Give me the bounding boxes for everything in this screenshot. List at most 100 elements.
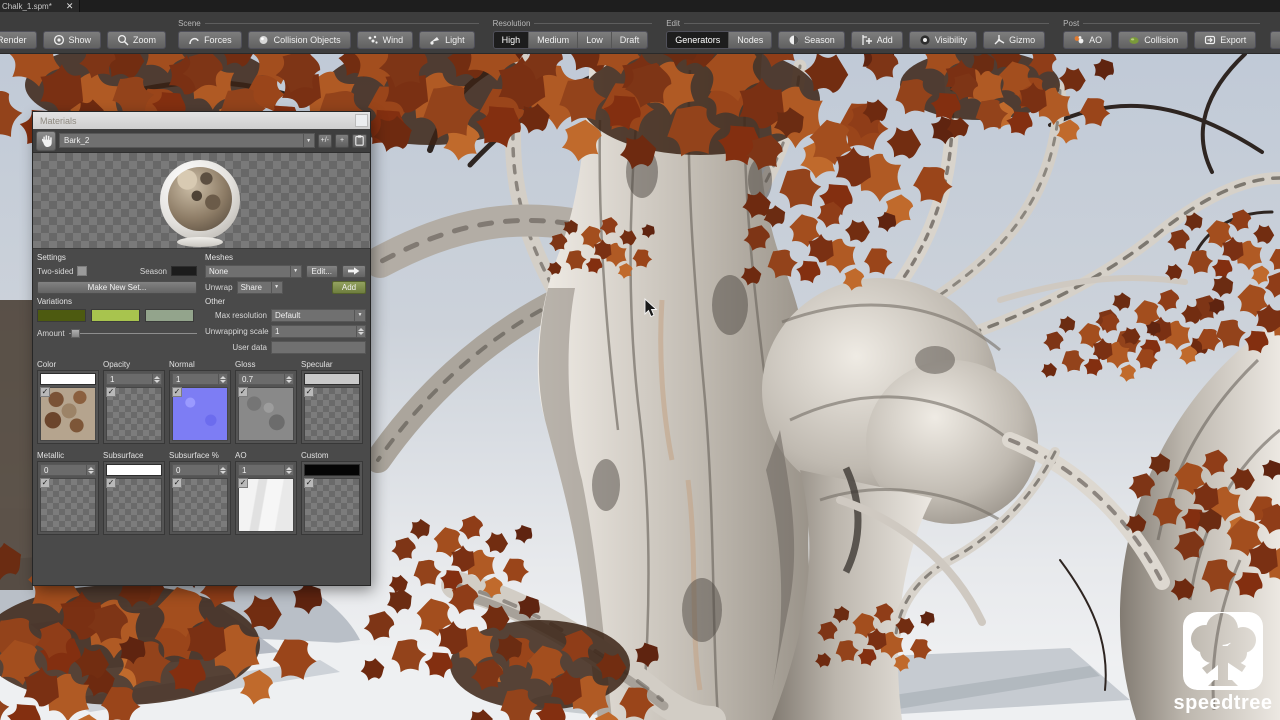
gloss-map-checkbox[interactable]: ✓ [238,387,248,397]
normal-map-checkbox[interactable]: ✓ [172,387,182,397]
mesh-assign-button[interactable] [342,264,366,278]
unwrapping-scale-input[interactable]: 1 [271,324,366,338]
mesh-add-button[interactable]: Add [332,280,366,294]
gloss-value-field[interactable]: 0.7 [238,373,294,385]
pan-tool-button[interactable] [36,130,56,151]
post-group-label: Post [1063,19,1080,28]
resolution-draft-button[interactable]: Draft [611,32,648,48]
generators-button[interactable]: Generators [667,32,730,48]
metallic-map-thumbnail[interactable]: ✓ [40,478,96,532]
gizmo-icon [994,35,1005,45]
map-slot-ao: AO 1 ✓ [235,451,297,535]
amount-slider[interactable] [68,328,198,338]
two-sided-label: Two-sided [37,266,74,276]
render-button[interactable]: Render [0,31,37,49]
resolution-medium-button[interactable]: Medium [529,32,579,48]
tab-close-icon[interactable]: ✕ [66,1,74,11]
mesh-edit-button[interactable]: Edit... [305,264,338,278]
gloss-map-thumbnail[interactable]: ✓ [238,387,294,441]
subsurface-pct-value-field[interactable]: 0 [172,464,228,476]
back-arrow-button[interactable] [1270,31,1280,49]
subsurface-pct-map-thumbnail[interactable]: ✓ [172,478,228,532]
custom-swatch[interactable] [304,464,360,476]
custom-map-checkbox[interactable]: ✓ [304,478,314,488]
paste-material-button[interactable] [352,133,367,148]
unwrap-dropdown[interactable]: Share ▼ [236,280,283,294]
color-map-checkbox[interactable]: ✓ [40,387,50,397]
visibility-button[interactable]: Visibility [908,31,978,49]
add-remove-material-button[interactable]: +/- [317,133,332,148]
opacity-map-checkbox[interactable]: ✓ [106,387,116,397]
max-resolution-dropdown[interactable]: Default ▼ [271,308,366,322]
spinner-arrows-icon[interactable] [218,465,227,475]
forces-button[interactable]: Forces [178,31,242,49]
custom-map-thumbnail[interactable]: ✓ [304,478,360,532]
materials-panel: Materials Bark_2 ▼ +/- + Settings Two-si… [33,112,370,585]
specular-map-checkbox[interactable]: ✓ [304,387,314,397]
subsurface-pct-map-checkbox[interactable]: ✓ [172,478,182,488]
variation-swatch-3[interactable] [145,309,194,322]
season-color-swatch[interactable] [171,266,197,276]
unwrapping-scale-label: Unwrapping scale [205,326,269,336]
wind-button[interactable]: Wind [356,31,414,49]
ao-map-checkbox[interactable]: ✓ [238,478,248,488]
ao-value-field[interactable]: 1 [238,464,294,476]
color-swatch[interactable] [40,373,96,385]
opacity-map-thumbnail[interactable]: ✓ [106,387,162,441]
season-button[interactable]: Season [778,31,845,49]
specular-swatch[interactable] [304,373,360,385]
opacity-value-field[interactable]: 1 [106,373,162,385]
spinner-arrows-icon[interactable] [218,374,227,384]
amount-label: Amount [37,328,65,338]
gizmo-button[interactable]: Gizmo [983,31,1046,49]
user-data-input[interactable] [271,340,366,354]
variation-swatch-1[interactable] [37,309,86,322]
season-label: Season [139,266,167,276]
map-slot-normal: Normal 1 ✓ [169,360,231,444]
spinner-arrows-icon[interactable] [356,325,365,337]
zoom-button[interactable]: Zoom [107,31,167,49]
spinner-arrows-icon[interactable] [284,374,293,384]
toolbar-group-scene: Scene Forces Collision Objects Wind Ligh… [174,18,479,49]
material-selector-dropdown[interactable]: Bark_2 ▼ [59,133,315,148]
resolution-high-button[interactable]: High [493,32,530,48]
two-sided-checkbox[interactable] [77,266,88,276]
new-material-button[interactable]: + [335,133,349,148]
show-button[interactable]: Show [42,31,102,49]
collision-icon [1129,37,1139,44]
spinner-arrows-icon[interactable] [152,374,161,384]
normal-map-thumbnail[interactable]: ✓ [172,387,228,441]
make-new-set-button[interactable]: Make New Set... [37,280,197,294]
export-button[interactable]: Export [1194,31,1257,49]
spinner-arrows-icon[interactable] [284,465,293,475]
subsurface-map-checkbox[interactable]: ✓ [106,478,116,488]
metallic-map-checkbox[interactable]: ✓ [40,478,50,488]
collision-objects-button[interactable]: Collision Objects [247,31,351,49]
specular-map-thumbnail[interactable]: ✓ [304,387,360,441]
panel-close-button[interactable] [355,114,368,127]
amount-slider-handle[interactable] [70,329,80,338]
unwrapping-scale-value: 1 [275,326,280,336]
chevron-down-icon: ▼ [289,265,301,277]
ao-button[interactable]: AO [1063,31,1113,49]
material-maps-row1: Color ✓ Opacity 1 ✓ Normal 1 ✓ Gloss 0.7… [33,357,370,444]
collision-button[interactable]: Collision [1118,31,1189,49]
resolution-low-button[interactable]: Low [578,32,612,48]
variation-swatch-2[interactable] [91,309,140,322]
material-preview-area[interactable] [33,153,370,249]
add-button[interactable]: Add [850,31,903,49]
nodes-button[interactable]: Nodes [729,32,772,48]
mesh-dropdown[interactable]: None ▼ [205,264,302,278]
meshes-section-label: Meshes [205,253,234,262]
spinner-arrows-icon[interactable] [86,465,95,475]
metallic-value-field[interactable]: 0 [40,464,96,476]
materials-panel-titlebar[interactable]: Materials [33,112,370,129]
main-toolbar: Render Show Zoom Scene Forces Collisio [0,12,1280,54]
document-tab[interactable]: Chalk_1.spm* ✕ [0,0,81,12]
subsurface-map-thumbnail[interactable]: ✓ [106,478,162,532]
color-map-thumbnail[interactable]: ✓ [40,387,96,441]
subsurface-swatch[interactable] [106,464,162,476]
normal-value-field[interactable]: 1 [172,373,228,385]
ao-map-thumbnail[interactable]: ✓ [238,478,294,532]
light-button[interactable]: Light [419,31,475,49]
